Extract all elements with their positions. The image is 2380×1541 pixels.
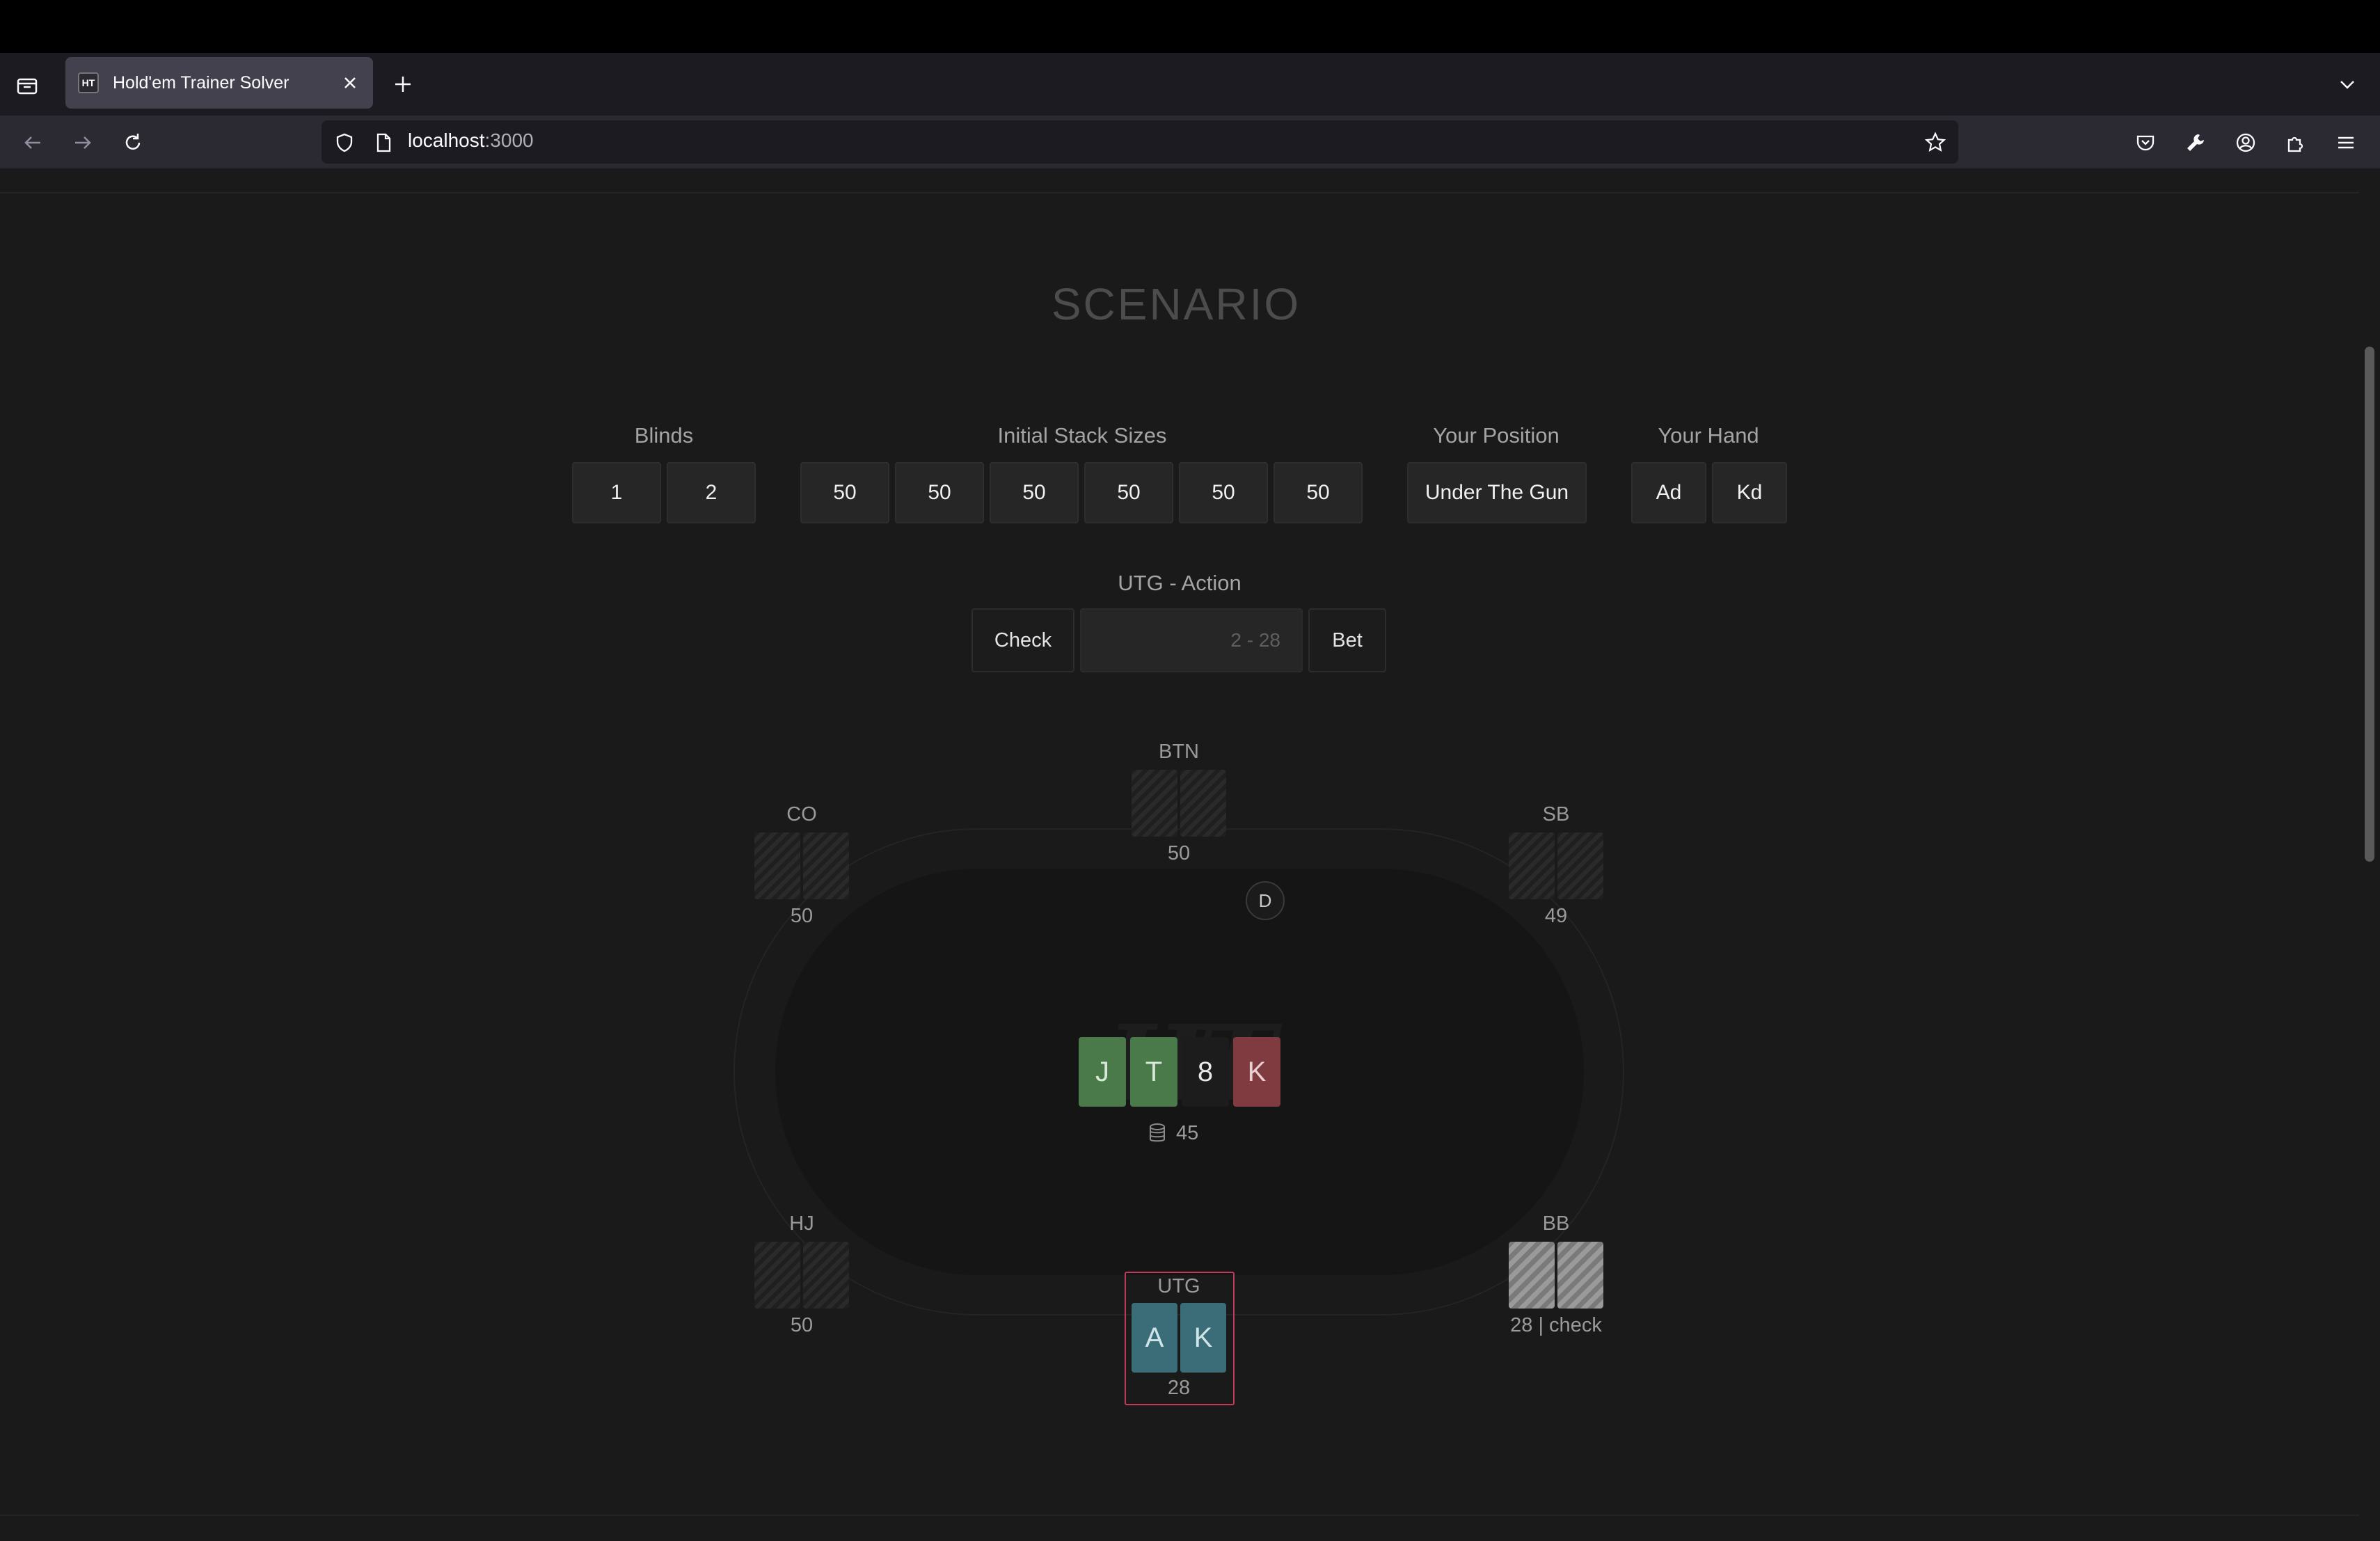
- dealer-button: D: [1246, 881, 1285, 920]
- bet-amount-input[interactable]: [1080, 608, 1303, 672]
- bet-button[interactable]: Bet: [1308, 608, 1386, 672]
- stack-size-button[interactable]: 50: [990, 462, 1079, 523]
- check-button[interactable]: Check: [971, 608, 1074, 672]
- seat-stack-hj: 50: [790, 1314, 814, 1336]
- url-host: localhost: [408, 129, 485, 151]
- position-select-button[interactable]: Under The Gun: [1407, 462, 1587, 523]
- seat-stack-btn: 50: [1167, 842, 1191, 864]
- close-tab-icon[interactable]: [337, 70, 363, 96]
- back-arrow-icon[interactable]: [17, 127, 49, 159]
- hole-card-facedown: [1509, 832, 1555, 899]
- seat-stack-bb: 28 | check: [1510, 1314, 1602, 1336]
- extensions-icon[interactable]: [2280, 127, 2312, 159]
- hole-card-facedown: [803, 1242, 849, 1309]
- board-card: T: [1130, 1037, 1177, 1107]
- page-icon[interactable]: [367, 127, 399, 159]
- hero-hole-card: K: [1180, 1303, 1226, 1373]
- big-blind-button[interactable]: 2: [667, 462, 756, 523]
- board-card: K: [1233, 1037, 1280, 1107]
- page-title: SCENARIO: [1051, 279, 1301, 329]
- reload-icon[interactable]: [117, 127, 149, 159]
- hole-card-checked: [1509, 1242, 1555, 1309]
- hamburger-menu-icon[interactable]: [2330, 127, 2362, 159]
- tab-list-icon[interactable]: [11, 70, 43, 102]
- shield-icon[interactable]: [328, 127, 360, 159]
- seat-label-co: CO: [786, 803, 817, 825]
- seat-stack-co: 50: [790, 905, 814, 927]
- stack-size-button[interactable]: 50: [800, 462, 889, 523]
- stack-sizes-label: Initial Stack Sizes: [997, 423, 1167, 448]
- browser-tab[interactable]: HT Hold'em Trainer Solver: [65, 57, 373, 109]
- seat-stack-sb: 49: [1544, 905, 1568, 927]
- board-card: 8: [1182, 1037, 1229, 1107]
- chevron-down-icon[interactable]: [2331, 68, 2363, 100]
- pot-amount: 45: [1176, 1121, 1199, 1144]
- hand-card-button[interactable]: Ad: [1631, 462, 1706, 523]
- forward-arrow-icon[interactable]: [67, 127, 99, 159]
- hole-card-facedown: [1132, 770, 1177, 837]
- address-bar[interactable]: [322, 120, 1958, 164]
- url-port: :3000: [484, 129, 534, 151]
- stack-size-button[interactable]: 50: [1179, 462, 1268, 523]
- blinds-label: Blinds: [634, 423, 694, 448]
- footer-divider: [0, 1515, 2359, 1516]
- hole-card-checked: [1557, 1242, 1603, 1309]
- header-divider: [0, 192, 2359, 193]
- hole-card-facedown: [1557, 832, 1603, 899]
- url-text[interactable]: localhost:3000: [408, 129, 534, 152]
- hand-label: Your Hand: [1658, 423, 1759, 448]
- scrollbar-thumb[interactable]: [2365, 347, 2374, 862]
- position-label: Your Position: [1433, 423, 1560, 448]
- account-icon[interactable]: [2230, 127, 2262, 159]
- seat-label-utg: UTG: [1157, 1275, 1200, 1297]
- window-titlebar: [0, 0, 2380, 53]
- stack-size-button[interactable]: 50: [1084, 462, 1173, 523]
- action-label: UTG - Action: [1118, 571, 1241, 595]
- app-favicon-icon: HT: [78, 72, 99, 93]
- seat-label-btn: BTN: [1159, 741, 1199, 763]
- hole-card-facedown: [754, 1242, 800, 1309]
- pocket-icon[interactable]: [2129, 127, 2161, 159]
- seat-label-hj: HJ: [789, 1212, 814, 1235]
- hole-card-facedown: [803, 832, 849, 899]
- board-card: J: [1079, 1037, 1126, 1107]
- tab-title: Hold'em Trainer Solver: [113, 72, 289, 93]
- small-blind-button[interactable]: 1: [572, 462, 661, 523]
- new-tab-icon[interactable]: [387, 68, 419, 100]
- hole-card-facedown: [754, 832, 800, 899]
- stack-size-button[interactable]: 50: [1274, 462, 1363, 523]
- seat-label-bb: BB: [1542, 1212, 1570, 1235]
- chips-icon: [1150, 1123, 1165, 1142]
- hand-card-button[interactable]: Kd: [1712, 462, 1787, 523]
- seat-stack-utg: 28: [1167, 1377, 1191, 1399]
- hero-hole-card: A: [1132, 1303, 1177, 1373]
- hole-card-facedown: [1180, 770, 1226, 837]
- seat-label-sb: SB: [1542, 803, 1570, 825]
- bookmark-star-icon[interactable]: [1919, 127, 1951, 159]
- wrench-icon[interactable]: [2180, 127, 2212, 159]
- stack-size-button[interactable]: 50: [895, 462, 984, 523]
- pot-display: 45: [1148, 1119, 1218, 1147]
